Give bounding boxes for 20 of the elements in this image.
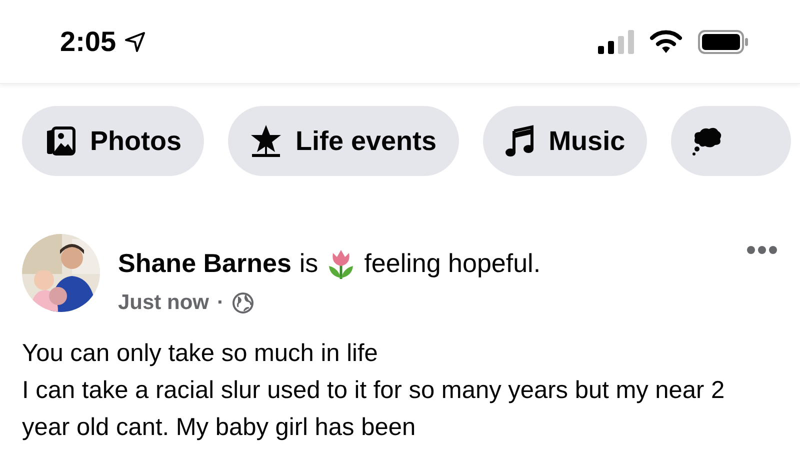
battery-icon (698, 30, 748, 54)
separator-dot: · (217, 290, 224, 316)
filter-chip[interactable]: Music (482, 106, 648, 176)
photos-icon (44, 125, 76, 157)
globe-icon (232, 292, 254, 314)
author-name[interactable]: Shane Barnes (118, 244, 292, 283)
status-verb: is (299, 247, 318, 280)
star-flag-icon (250, 124, 282, 158)
clock-time: 2:05 (60, 24, 116, 58)
music-note-icon (504, 125, 535, 157)
signal-icon (598, 30, 634, 54)
location-arrow-icon (124, 30, 146, 52)
thought-bubble-icon (691, 126, 724, 156)
post-text-line: I can take a racial slur used to it for so many years but my near 2 year old cant. My baby girl has been (22, 376, 726, 442)
post-time[interactable]: Just now (118, 287, 210, 318)
filter-chip[interactable]: Life events (228, 106, 459, 176)
feeling-text: feeling hopeful. (364, 247, 541, 280)
filter-chip[interactable]: Photos (22, 106, 204, 176)
wifi-icon (650, 30, 682, 54)
post-text-line: You can only take so much in life (22, 338, 379, 368)
